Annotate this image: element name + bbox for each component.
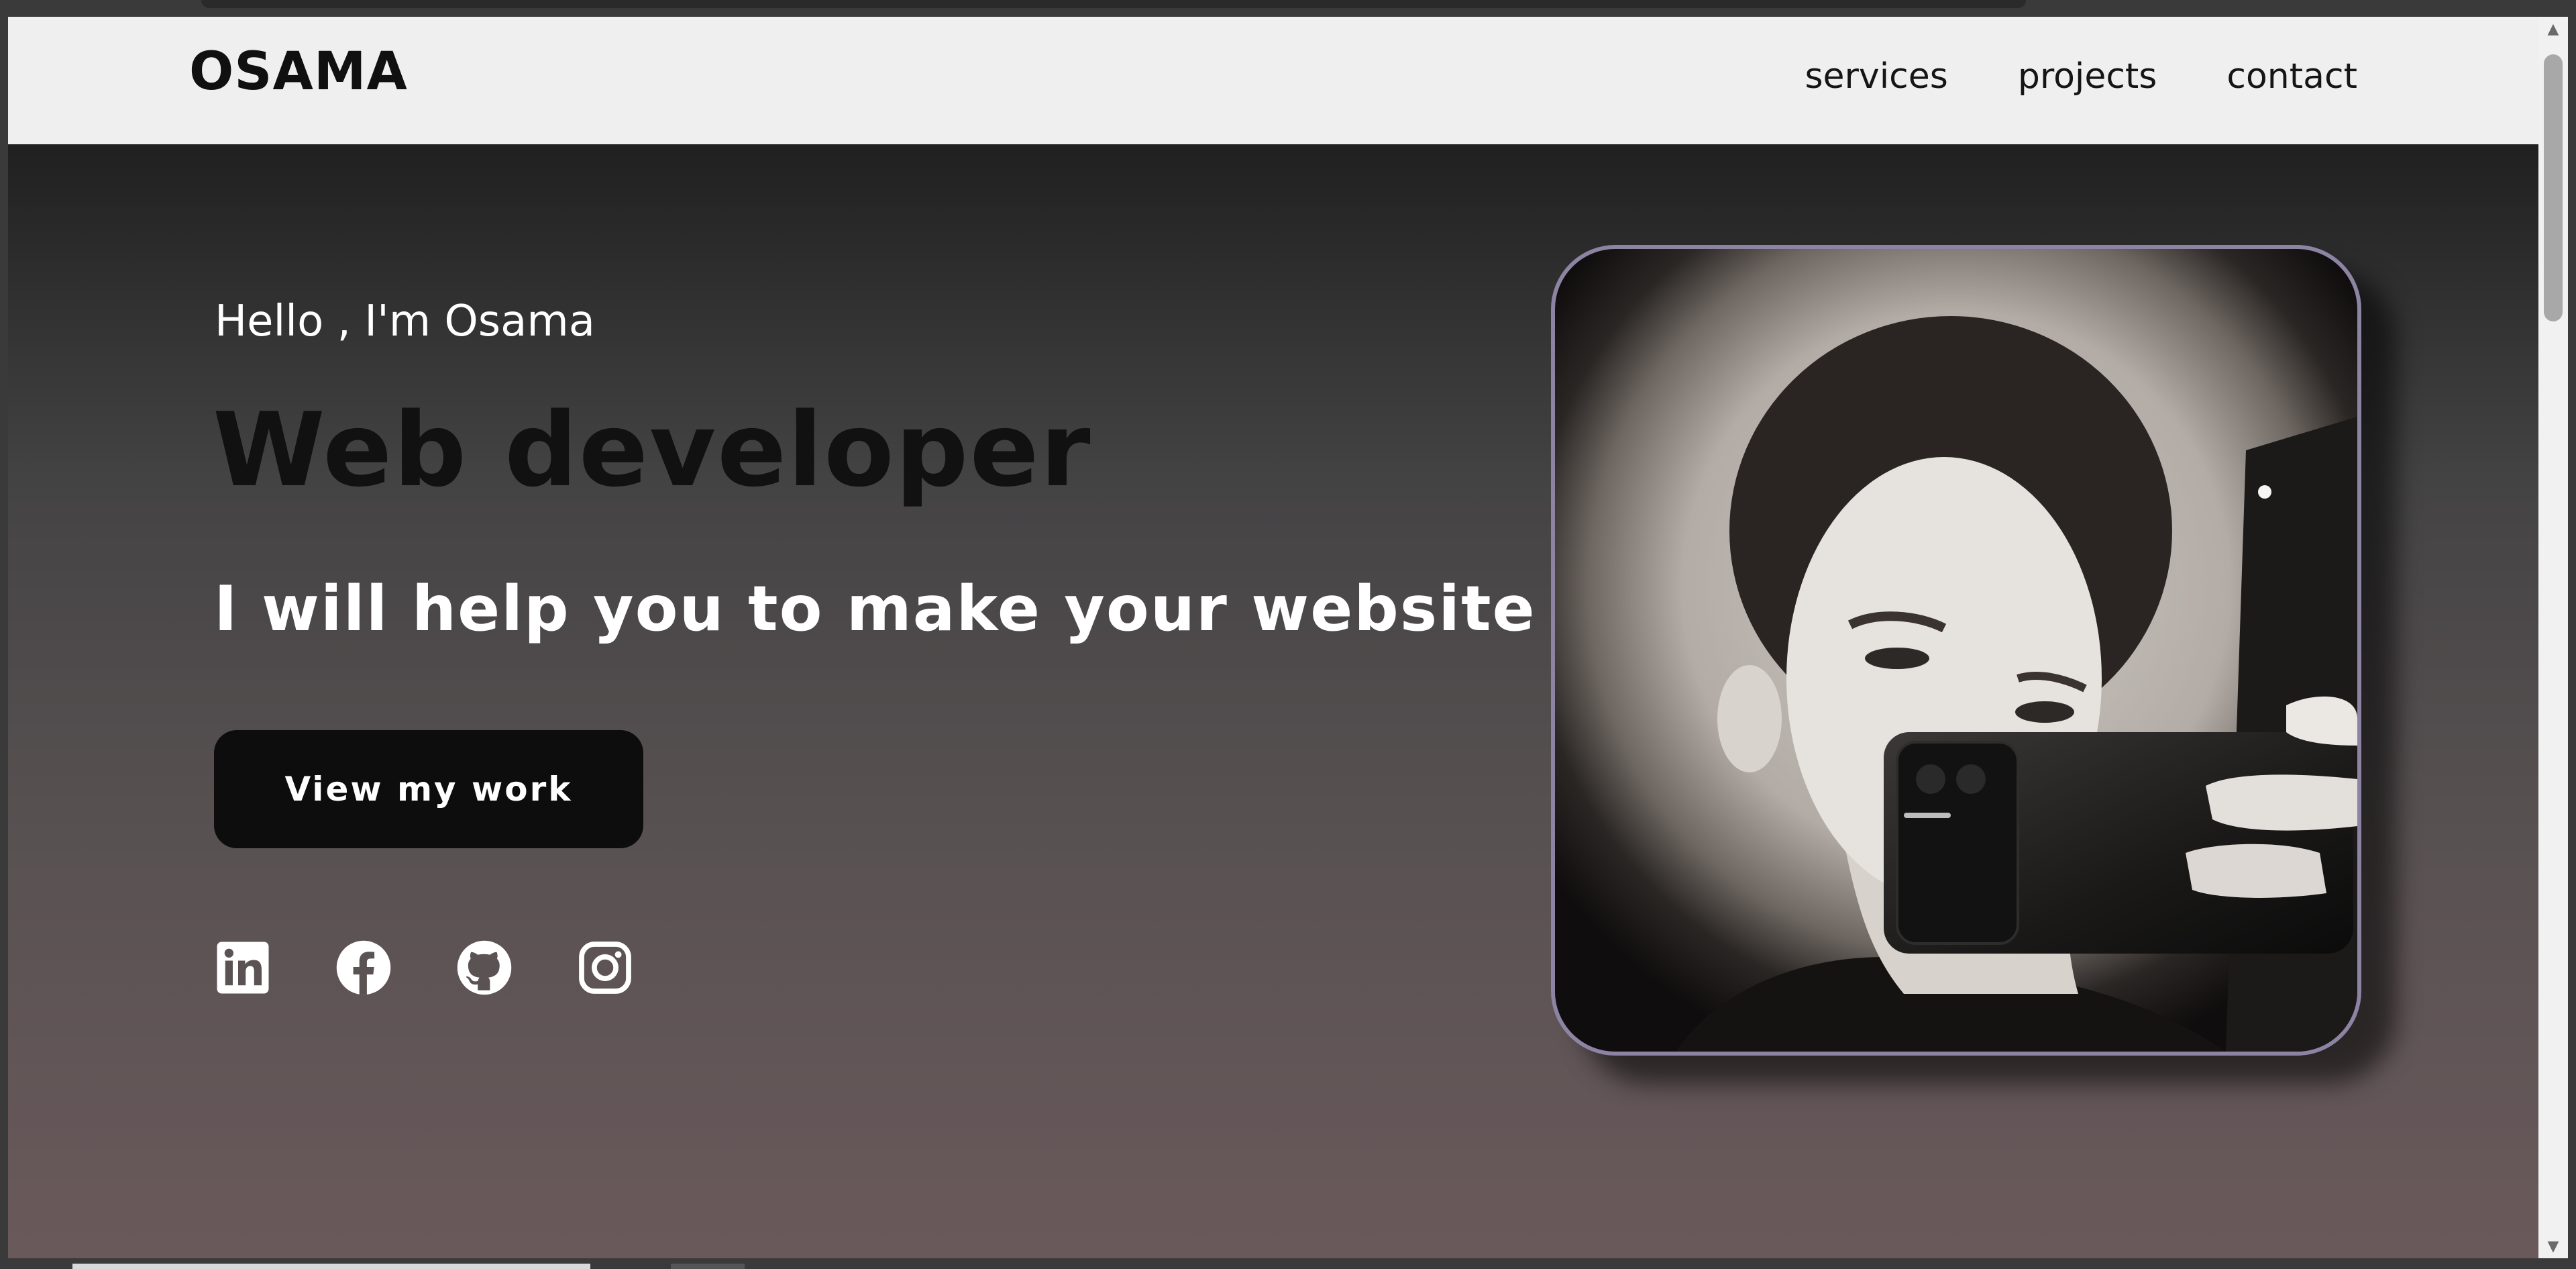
profile-photo-image	[1555, 249, 2357, 1052]
view-my-work-button[interactable]: View my work	[214, 730, 643, 848]
instagram-icon[interactable]	[577, 940, 633, 996]
hero-title: Web developer	[213, 391, 1092, 509]
nav-link-services[interactable]: services	[1805, 56, 1947, 97]
main-nav: services projects contact	[1805, 56, 2357, 97]
page-scrollbar[interactable]: ▲ ▼	[2538, 17, 2568, 1258]
facebook-icon[interactable]	[335, 940, 392, 996]
page-viewport: OSAMA services projects contact Hello , …	[8, 17, 2568, 1258]
profile-photo	[1551, 245, 2361, 1056]
hero-greeting: Hello , I'm Osama	[215, 297, 595, 346]
scroll-down-icon[interactable]: ▼	[2538, 1234, 2568, 1258]
github-icon[interactable]	[456, 940, 513, 996]
scrollbar-thumb[interactable]	[2544, 54, 2563, 321]
taskbar-strip-secondary	[671, 1264, 745, 1269]
hero-tagline: I will help you to make your website	[214, 572, 1536, 645]
browser-window: OSAMA services projects contact Hello , …	[0, 0, 2576, 1269]
browser-top-bar	[201, 0, 2026, 8]
scroll-up-icon[interactable]: ▲	[2538, 17, 2568, 41]
site-header: OSAMA services projects contact	[8, 17, 2538, 144]
nav-link-contact[interactable]: contact	[2226, 56, 2357, 97]
site-logo[interactable]: OSAMA	[189, 46, 408, 98]
hero-section: Hello , I'm Osama Web developer I will h…	[8, 144, 2538, 1258]
nav-link-projects[interactable]: projects	[2018, 56, 2157, 97]
linkedin-icon[interactable]	[215, 940, 271, 996]
taskbar-strip	[72, 1264, 590, 1269]
social-links	[215, 940, 633, 996]
